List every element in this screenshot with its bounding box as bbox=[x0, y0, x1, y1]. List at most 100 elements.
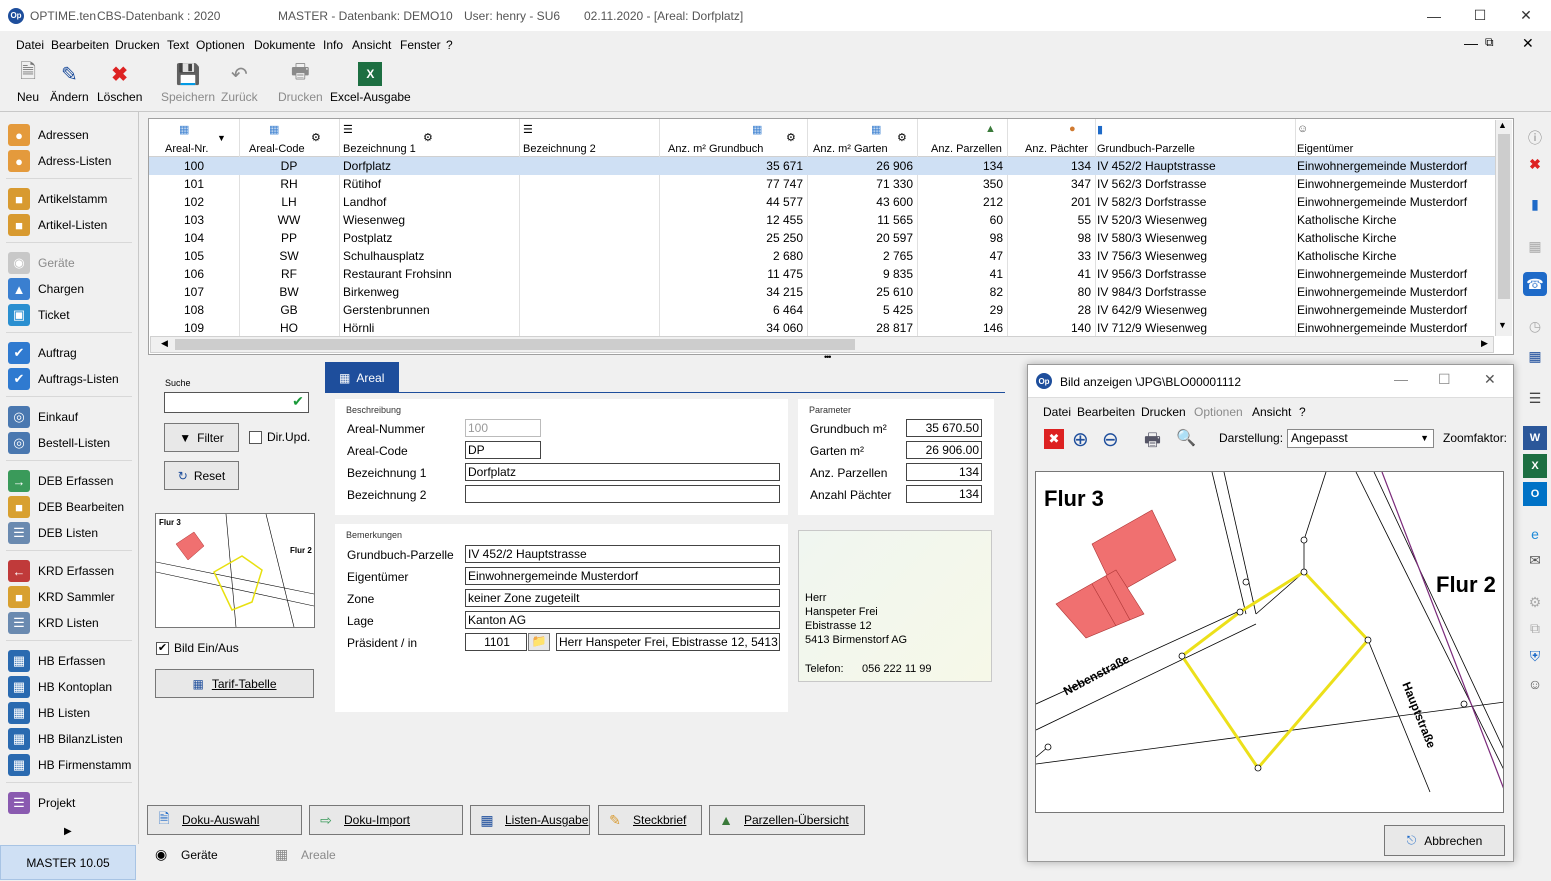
maximize-icon[interactable]: ☐ bbox=[1457, 0, 1503, 31]
nav-hb-erfassen[interactable]: ▦ HB Erfassen bbox=[8, 650, 136, 672]
menu-optionen[interactable]: Optionen bbox=[196, 38, 245, 52]
col-m2-garten[interactable]: ▦ Anz. m² Garten ⚙ bbox=[807, 119, 917, 157]
doku-auswahl-button[interactable]: 🗎 Doku-Auswahl bbox=[147, 805, 302, 835]
drucken-button[interactable]: 🖶 Drucken bbox=[278, 61, 323, 104]
nav-deb-listen[interactable]: ☰ DEB Listen bbox=[8, 522, 136, 544]
col-areal-code[interactable]: ▦ Areal-Code ⚙ bbox=[239, 119, 339, 157]
menu-dokumente[interactable]: Dokumente bbox=[254, 38, 315, 52]
col-bezeichnung1[interactable]: ☰ Bezeichnung 1 ⚙ bbox=[339, 119, 519, 157]
bezeichnung2-field[interactable] bbox=[465, 485, 780, 503]
close-image-icon[interactable]: ✖ bbox=[1044, 429, 1064, 449]
folder-icon[interactable]: 📁 bbox=[528, 633, 550, 651]
list-icon[interactable]: ☰ bbox=[1523, 386, 1547, 410]
col-grundbuch-parzelle[interactable]: ▮ Grundbuch-Parzelle bbox=[1095, 119, 1295, 157]
areal-nummer-field[interactable]: 100 bbox=[465, 419, 541, 437]
grundbuch-parzelle-field[interactable]: IV 452/2 Hauptstrasse bbox=[465, 545, 780, 563]
nav-auftrags-listen[interactable]: ✔ Auftrags-Listen bbox=[8, 368, 136, 390]
dirupd-checkbox[interactable] bbox=[249, 431, 262, 444]
map-thumbnail[interactable]: Flur 3 Flur 2 bbox=[155, 513, 315, 628]
browser-icon[interactable]: e bbox=[1523, 522, 1547, 546]
clock-icon[interactable]: ◷ bbox=[1523, 314, 1547, 338]
tab-geraete[interactable]: ◉ Geräte bbox=[155, 846, 218, 864]
maximize-icon[interactable]: ☐ bbox=[1438, 371, 1451, 388]
praesident-name-field[interactable]: Herr Hanspeter Frei, Ebistrasse 12, 5413… bbox=[556, 633, 780, 651]
menu-ansicht[interactable]: Ansicht bbox=[352, 38, 391, 52]
col-eigentuemer[interactable]: ☺ Eigentümer bbox=[1295, 119, 1495, 157]
col-m2-grundbuch[interactable]: ▦ Anz. m² Grundbuch ⚙ bbox=[660, 119, 807, 157]
splitter-handle[interactable]: ••• bbox=[824, 352, 832, 362]
scroll-thumb[interactable] bbox=[175, 339, 855, 350]
mdi-close-icon[interactable]: ✕ bbox=[1522, 35, 1534, 52]
parzellen-field[interactable]: 134 bbox=[906, 463, 982, 481]
mdi-minimize-icon[interactable]: — bbox=[1464, 35, 1478, 51]
grid-horizontal-scrollbar[interactable]: ◀ ▶ bbox=[150, 336, 1494, 353]
nav-auftrag[interactable]: ✔ Auftrag bbox=[8, 342, 136, 364]
neu-button[interactable]: 🗎 Neu bbox=[16, 61, 40, 104]
print-preview-icon[interactable]: 🔍 bbox=[1176, 428, 1196, 448]
praesident-nr-field[interactable]: 1101 bbox=[465, 633, 527, 651]
loeschen-button[interactable]: ✖ Löschen bbox=[97, 62, 142, 105]
darstellung-select[interactable]: Angepasst ▼ bbox=[1287, 429, 1434, 448]
expand-arrow-icon[interactable]: ▶ bbox=[64, 826, 72, 837]
table-row[interactable]: 108 GB Gerstenbrunnen 6 464 5 425 29 28 IV 642/… bbox=[149, 301, 1497, 319]
tarif-tabelle-button[interactable]: ▦ Tarif-Tabelle bbox=[155, 669, 314, 698]
filter-button[interactable]: ▼ Filter bbox=[164, 423, 239, 452]
copy-icon[interactable]: ⧉ bbox=[1523, 616, 1547, 640]
settings-icon[interactable]: ⚙ bbox=[1523, 590, 1547, 614]
grid-vertical-scrollbar[interactable]: ▲ ▼ bbox=[1495, 120, 1512, 336]
calculator-icon[interactable]: ▦ bbox=[1523, 234, 1547, 258]
nav-hb-listen[interactable]: ▦ HB Listen bbox=[8, 702, 136, 724]
scroll-thumb[interactable] bbox=[1498, 134, 1510, 299]
paechter-field[interactable]: 134 bbox=[906, 485, 982, 503]
col-bezeichnung2[interactable]: ☰ Bezeichnung 2 bbox=[519, 119, 659, 157]
excel-error-icon[interactable]: ✖ bbox=[1523, 152, 1547, 176]
nav-bestell-listen[interactable]: ◎ Bestell-Listen bbox=[8, 432, 136, 454]
table-row[interactable]: 101 RH Rütihof 77 747 71 330 350 347 IV 562/3 D… bbox=[149, 175, 1497, 193]
nav-krd-sammler[interactable]: ■ KRD Sammler bbox=[8, 586, 136, 608]
bezeichnung1-field[interactable]: Dorfplatz bbox=[465, 463, 780, 481]
zoom-out-icon[interactable]: ⊖ bbox=[1102, 427, 1119, 452]
reset-button[interactable]: ↻ Reset bbox=[164, 461, 239, 490]
close-icon[interactable]: ✕ bbox=[1503, 0, 1549, 31]
nav-ticket[interactable]: ▣ Ticket bbox=[8, 304, 136, 326]
nav-adressen[interactable]: ● Adressen bbox=[8, 124, 136, 146]
steckbrief-button[interactable]: ✎ Steckbrief bbox=[598, 805, 702, 835]
col-paechter[interactable]: ● Anz. Pächter bbox=[1007, 119, 1095, 157]
excel-button[interactable]: X Excel-Ausgabe bbox=[330, 62, 411, 104]
menu-fenster[interactable]: Fenster bbox=[400, 38, 441, 52]
nav-hb-kontoplan[interactable]: ▦ HB Kontoplan bbox=[8, 676, 136, 698]
nav-krd-erfassen[interactable]: ← KRD Erfassen bbox=[8, 560, 136, 582]
table-row[interactable]: 102 LH Landhof 44 577 43 600 212 201 IV 582/3 D… bbox=[149, 193, 1497, 211]
tab-areal[interactable]: ▦ Areal bbox=[325, 362, 399, 393]
phone-icon[interactable]: ☎ bbox=[1523, 272, 1547, 296]
scroll-left-icon[interactable]: ◀ bbox=[161, 338, 168, 349]
menu-drucken[interactable]: Drucken bbox=[115, 38, 160, 52]
doku-import-button[interactable]: ⇨ Doku-Import bbox=[309, 805, 463, 835]
minimize-icon[interactable]: — bbox=[1394, 371, 1408, 387]
lage-field[interactable]: Kanton AG bbox=[465, 611, 780, 629]
popup-menu-datei[interactable]: Datei bbox=[1043, 405, 1071, 419]
nav-hb-firmenstamm[interactable]: ▦ HB Firmenstamm bbox=[8, 754, 136, 776]
popup-menu-ansicht[interactable]: Ansicht bbox=[1252, 405, 1291, 419]
popup-menu-optionen[interactable]: Optionen bbox=[1194, 405, 1243, 419]
bild-checkbox[interactable]: ✔ bbox=[156, 642, 169, 655]
zoom-in-icon[interactable]: ⊕ bbox=[1072, 427, 1089, 452]
col-parzellen[interactable]: ▲ Anz. Parzellen bbox=[917, 119, 1007, 157]
table-row[interactable]: 104 PP Postplatz 25 250 20 597 98 98 IV 580/3 W… bbox=[149, 229, 1497, 247]
areal-code-field[interactable]: DP bbox=[465, 441, 541, 459]
tab-areale[interactable]: ▦ Areale bbox=[275, 846, 336, 864]
minimize-icon[interactable]: — bbox=[1411, 0, 1457, 31]
table-row[interactable]: 106 RF Restaurant Frohsinn 11 475 9 835 41 41 I… bbox=[149, 265, 1497, 283]
user-icon[interactable]: ☺ bbox=[1523, 672, 1547, 696]
table-row[interactable]: 109 HO Hörnli 34 060 28 817 146 140 IV 712/9 Wi… bbox=[149, 319, 1497, 337]
nav-artikelstamm[interactable]: ■ Artikelstamm bbox=[8, 188, 136, 210]
nav-hb-bilanzlisten[interactable]: ▦ HB BilanzListen bbox=[8, 728, 136, 750]
document-blue-icon[interactable]: ▮ bbox=[1523, 192, 1547, 216]
eigentuemer-field[interactable]: Einwohnergemeinde Musterdorf bbox=[465, 567, 780, 585]
menu-text[interactable]: Text bbox=[167, 38, 189, 52]
grundbuch-field[interactable]: 35 670.50 bbox=[906, 419, 982, 437]
info-icon[interactable]: ⓘ bbox=[1523, 126, 1547, 150]
popup-menu-drucken[interactable]: Drucken bbox=[1141, 405, 1186, 419]
nav-einkauf[interactable]: ◎ Einkauf bbox=[8, 406, 136, 428]
nav-chargen[interactable]: ▲ Chargen bbox=[8, 278, 136, 300]
